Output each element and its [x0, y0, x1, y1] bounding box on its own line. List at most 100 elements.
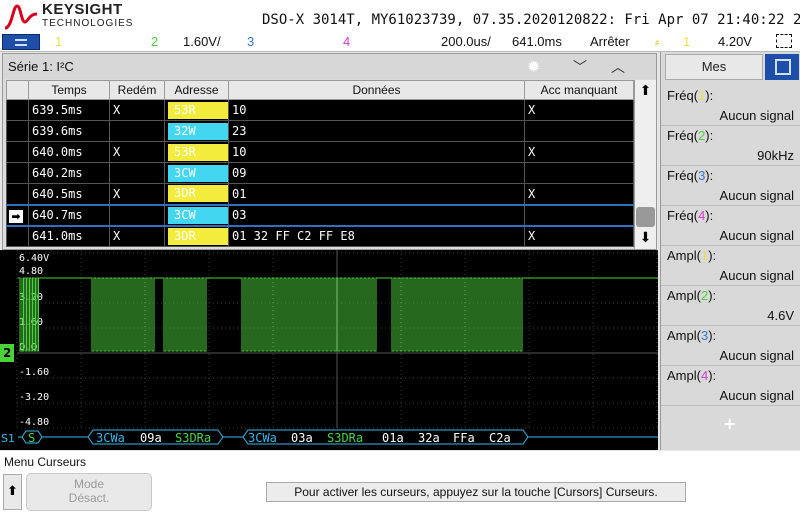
- row-data: 01 32 FF C2 FF E8: [228, 225, 525, 247]
- decode-token: 3CWa: [248, 431, 277, 445]
- measurement-separator: [661, 165, 800, 166]
- channel-1-label[interactable]: 1: [55, 34, 62, 49]
- table-row[interactable]: 640.2ms 3CW 09: [6, 162, 634, 184]
- row-missing-ack: X: [524, 141, 634, 163]
- back-button[interactable]: ⬆: [3, 474, 22, 510]
- table-row[interactable]: 639.5ms X 53R 10 X: [6, 99, 634, 121]
- table-row[interactable]: 639.6ms 32W 23: [6, 120, 634, 142]
- measurement-separator: [661, 205, 800, 206]
- channel-menu-button[interactable]: [2, 34, 40, 50]
- tab-grid[interactable]: [765, 54, 799, 80]
- timebase-value: 200.0us/: [441, 34, 491, 49]
- trigger-edge-icon: ⸗: [655, 34, 660, 49]
- table-row[interactable]: 641.0ms X 3DR 01 32 FF C2 FF E8 X: [6, 225, 634, 247]
- decode-token: 09a: [140, 431, 162, 445]
- tab-measurements[interactable]: Mes: [665, 54, 763, 80]
- column-header-data[interactable]: Données: [228, 80, 525, 100]
- measurement-label[interactable]: Ampl(1):: [667, 248, 716, 263]
- row-missing-ack: X: [524, 225, 634, 247]
- row-address-cell: 53R: [164, 99, 229, 121]
- column-header-time[interactable]: Temps: [28, 80, 110, 100]
- column-header-missing-ack[interactable]: Acc manquant: [524, 80, 634, 100]
- arrow-down-icon[interactable]: ⬇: [636, 228, 655, 248]
- brand-name: KEYSIGHT: [42, 1, 123, 18]
- measurement-label[interactable]: Fréq(2):: [667, 128, 713, 143]
- channel-4-label[interactable]: 4: [343, 34, 350, 49]
- column-header-restart[interactable]: Redém: [109, 80, 165, 100]
- scrollbar-thumb[interactable]: [636, 207, 655, 227]
- waveform-display[interactable]: 6.40V 4.80 3.20 1.60 0.0 -1.60 -3.20 -4.…: [0, 250, 658, 450]
- row-restart: [109, 162, 165, 184]
- measurement-label[interactable]: Ampl(4):: [667, 368, 716, 383]
- measurement-label[interactable]: Fréq(1):: [667, 88, 713, 103]
- decode-token: 01a: [382, 431, 404, 445]
- measurement-separator: [661, 285, 800, 286]
- measurement-name: Fréq(: [667, 128, 699, 143]
- row-time: 640.7ms: [28, 203, 110, 227]
- measurement-paren: ):: [708, 248, 717, 263]
- cursor-hint-message: Pour activer les curseurs, appuyez sur l…: [266, 482, 686, 502]
- row-time: 641.0ms: [28, 225, 110, 247]
- column-header-address[interactable]: Adresse: [164, 80, 229, 100]
- y-tick-label: -3.20: [19, 392, 49, 403]
- add-measurement-plus-icon[interactable]: +: [723, 414, 736, 433]
- y-tick-label: -1.60: [19, 367, 49, 378]
- measurement-value: Aucun signal: [719, 228, 794, 243]
- channel-2-label[interactable]: 2: [151, 34, 158, 49]
- decode-token: 32a: [418, 431, 440, 445]
- lister-title: Série 1: I²C: [8, 59, 74, 74]
- row-restart: X: [109, 225, 165, 247]
- measurement-label[interactable]: Ampl(2):: [667, 288, 716, 303]
- measurement-name: Fréq(: [667, 208, 699, 223]
- row-restart: [109, 120, 165, 142]
- chevron-down-icon[interactable]: ﹀: [573, 57, 587, 77]
- lister-rows: 639.5ms X 53R 10 X 639.6ms 32W 23 640.0m: [6, 99, 634, 247]
- mode-value: Désact.: [68, 491, 110, 505]
- row-address: 3DR: [168, 227, 228, 245]
- channel-2-scale: 1.60V/: [183, 34, 221, 49]
- arrow-up-icon[interactable]: ⬆: [636, 81, 655, 101]
- grid-icon: [775, 59, 791, 75]
- row-missing-ack: X: [524, 183, 634, 205]
- gear-icon[interactable]: ✹: [527, 57, 540, 76]
- y-tick-label: 4.80: [19, 266, 43, 277]
- row-address: 53R: [168, 143, 228, 161]
- measurement-label[interactable]: Fréq(4):: [667, 208, 713, 223]
- decode-token: FFa: [453, 431, 475, 445]
- measurement-value: Aucun signal: [719, 268, 794, 283]
- row-data: 01: [228, 183, 525, 205]
- menu-lines-icon: [15, 39, 27, 46]
- cursor-select-icon[interactable]: [776, 34, 792, 48]
- indicator-column-header: [6, 80, 29, 100]
- row-address: 3CW: [168, 164, 228, 182]
- row-missing-ack: [524, 203, 634, 227]
- measurement-label[interactable]: Ampl(3):: [667, 328, 716, 343]
- channel-3-label[interactable]: 3: [247, 34, 254, 49]
- row-restart: X: [109, 99, 165, 121]
- row-time: 639.6ms: [28, 120, 110, 142]
- measurement-value: 90kHz: [757, 148, 794, 163]
- measurement-name: Fréq(: [667, 88, 699, 103]
- measurement-separator: [661, 125, 800, 126]
- row-restart: X: [109, 141, 165, 163]
- measurement-label[interactable]: Fréq(3):: [667, 168, 713, 183]
- channel-2-ground-marker[interactable]: 2: [0, 344, 14, 362]
- trigger-channel: 1: [683, 34, 691, 49]
- measurement-name: Fréq(: [667, 168, 699, 183]
- chevron-up-icon[interactable]: ︿: [611, 57, 625, 77]
- lister-title-bar: Série 1: I²C ✹ ﹀ ︿: [3, 54, 656, 79]
- table-row[interactable]: 640.0ms X 53R 10 X: [6, 141, 634, 163]
- row-time: 640.0ms: [28, 141, 110, 163]
- row-time: 639.5ms: [28, 99, 110, 121]
- table-row[interactable]: 640.5ms X 3DR 01 X: [6, 183, 634, 205]
- cursor-mode-softkey[interactable]: Mode Désact.: [26, 473, 152, 511]
- measurement-name: Ampl(: [667, 248, 701, 263]
- lister-scrollbar[interactable]: ⬆ ⬇: [634, 80, 656, 249]
- y-tick-label: 6.40V: [19, 253, 49, 264]
- softkey-bar: Menu Curseurs ⬆ Mode Désact. Pour active…: [0, 451, 800, 512]
- row-indicator: ➡: [6, 203, 29, 227]
- decode-token: S3DRa: [175, 431, 211, 445]
- measurement-value: Aucun signal: [719, 108, 794, 123]
- row-address: 3CW: [168, 206, 228, 224]
- table-row-selected[interactable]: ➡ 640.7ms 3CW 03: [6, 203, 634, 227]
